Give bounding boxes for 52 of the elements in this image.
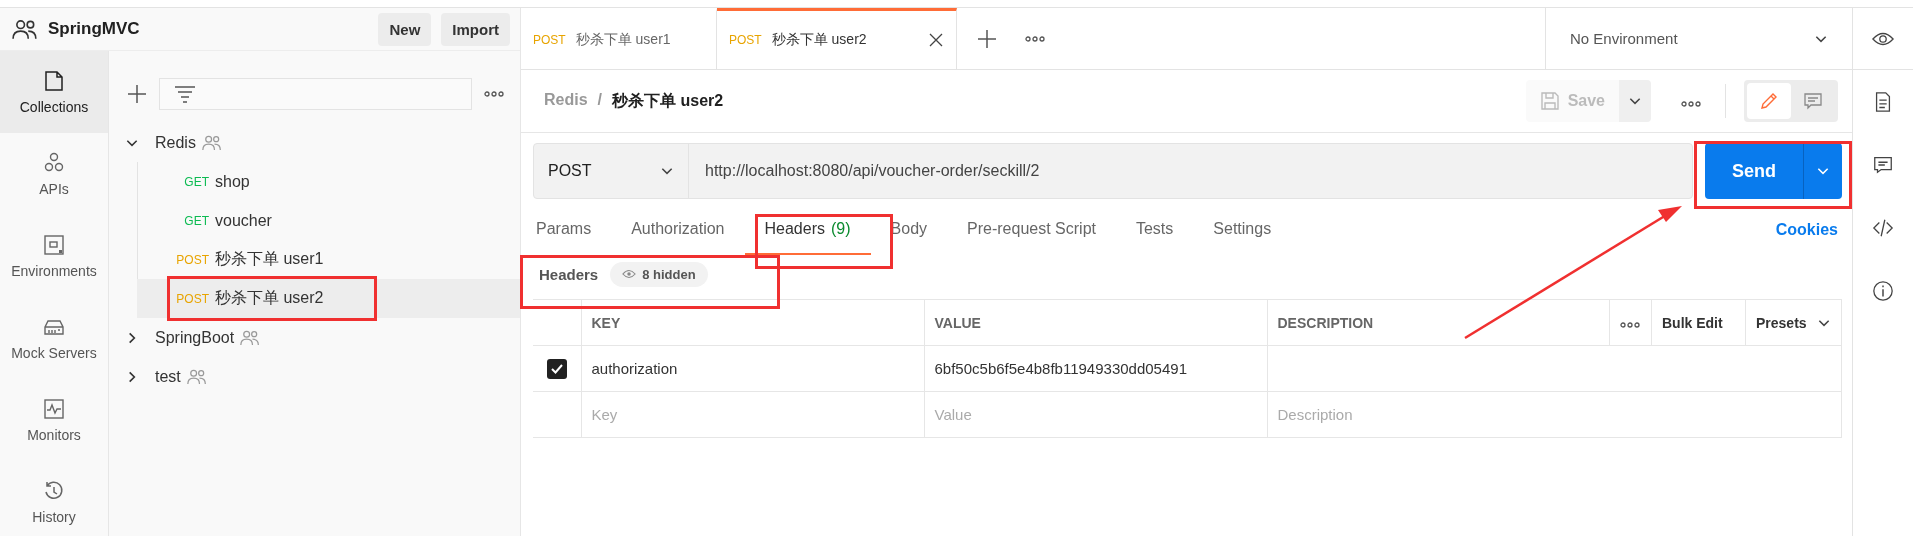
section-tab[interactable]: Headers (9) <box>744 205 871 255</box>
header-button[interactable]: New <box>378 12 432 46</box>
nav-item[interactable]: History <box>0 461 108 536</box>
workspace-name: SpringMVC <box>48 19 141 39</box>
nav-item[interactable]: APIs <box>0 133 108 215</box>
nav-item[interactable]: Mock Servers <box>0 297 108 379</box>
add-icon[interactable] <box>127 84 147 104</box>
info-icon[interactable] <box>1872 279 1894 302</box>
save-icon <box>1539 91 1560 111</box>
request-title: 秒杀下单 user2 <box>612 90 724 111</box>
checkbox[interactable] <box>547 358 567 379</box>
more-icon[interactable] <box>1620 321 1640 328</box>
collection-item[interactable]: SpringBoot <box>109 318 520 357</box>
column-header: VALUE <box>924 299 1267 346</box>
shared-icon <box>12 18 38 40</box>
column-header: DESCRIPTION <box>1267 299 1610 346</box>
section-tab[interactable]: Tests <box>1115 205 1194 255</box>
headers-title: Headers <box>539 265 599 283</box>
filter-field[interactable] <box>159 78 472 110</box>
header-button[interactable]: Import <box>441 12 510 46</box>
comment-icon <box>1803 91 1823 111</box>
nav-item[interactable]: Collections <box>0 51 108 133</box>
collection-item[interactable]: test <box>109 357 520 396</box>
section-tab[interactable]: Pre-request Script <box>947 205 1116 255</box>
environments-icon <box>42 233 66 257</box>
breadcrumb-separator: / <box>597 90 603 110</box>
more-icon[interactable] <box>1025 35 1045 42</box>
monitors-icon <box>42 397 66 421</box>
hidden-headers-toggle[interactable]: 8 hidden <box>610 261 708 287</box>
bulk-edit-button[interactable]: Bulk Edit <box>1651 299 1746 346</box>
nav-item[interactable]: Environments <box>0 215 108 297</box>
request-tab[interactable]: POST 秒杀下单 user2 <box>717 8 957 69</box>
pencil-icon <box>1759 91 1779 111</box>
section-tab[interactable]: Authorization <box>611 205 745 255</box>
eye-icon <box>622 269 637 279</box>
nav-item[interactable]: Monitors <box>0 379 108 461</box>
table-cell: 6bf50c5b6f5e4b8fb11949330dd05491 <box>924 345 1267 392</box>
presets-menu[interactable]: Presets <box>1745 299 1842 346</box>
filter-icon <box>174 85 196 103</box>
request-item[interactable]: GET shop <box>137 162 520 201</box>
collection-item[interactable]: Redis <box>109 123 520 162</box>
close-icon[interactable] <box>928 32 944 48</box>
more-icon[interactable] <box>1681 100 1701 107</box>
collections-icon <box>42 69 66 93</box>
section-tab[interactable]: Settings <box>1193 205 1292 255</box>
request-item[interactable]: POST 秒杀下单 user2 <box>137 279 520 318</box>
environment-select[interactable]: No Environment <box>1545 8 1852 69</box>
table-cell: authorization <box>581 345 924 392</box>
column-header: KEY <box>581 299 924 346</box>
more-icon[interactable] <box>484 91 504 97</box>
cookies-link[interactable]: Cookies <box>1775 221 1842 239</box>
add-icon[interactable] <box>977 28 997 49</box>
